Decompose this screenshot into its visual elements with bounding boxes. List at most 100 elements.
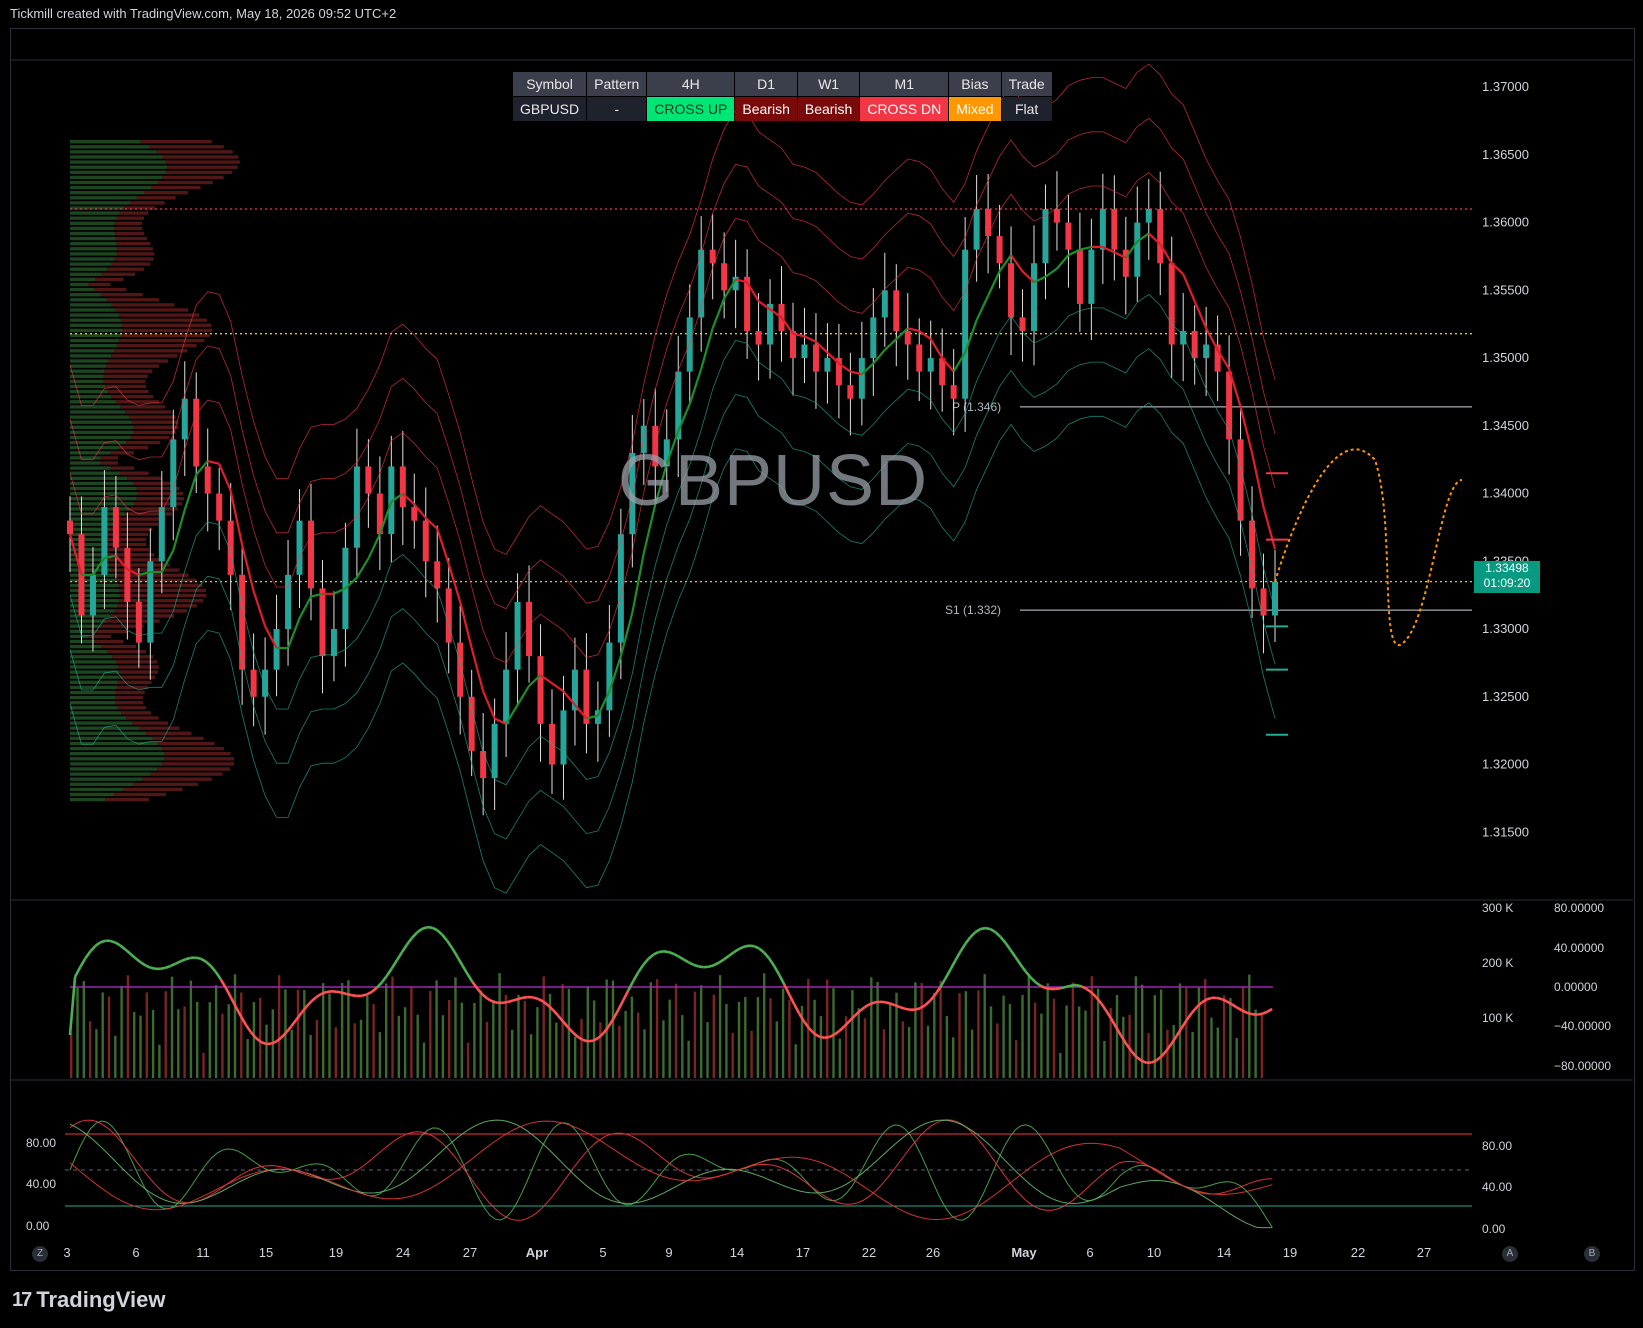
timezone-button[interactable]: Z (32, 1246, 48, 1262)
volume-bar (983, 974, 986, 1078)
volume-profile-sell-bar (139, 726, 180, 730)
time-axis-tick: 6 (1086, 1245, 1093, 1260)
volume-bar (1052, 998, 1056, 1078)
volume-profile-sell-bar (116, 252, 155, 256)
volume-profile-sell-bar (95, 277, 124, 282)
volume-bar (466, 1042, 470, 1078)
volume-profile-sell-bar (119, 471, 149, 475)
volume-bar (139, 1015, 142, 1078)
oscillator-line-segment (1100, 1002, 1108, 1012)
volume-bar (1204, 979, 1207, 1078)
volume-profile-sell-bar (162, 175, 224, 180)
oscillator-line-segment (421, 925, 428, 931)
volume-bar (492, 1000, 495, 1078)
oscillator-line-segment (89, 945, 97, 953)
price-axis-tick: 1.36500 (1482, 147, 1529, 162)
volume-profile-buy-bar (70, 400, 116, 404)
oscillator-line-segment (260, 1040, 267, 1046)
volume-bar (838, 1038, 841, 1078)
volume-bar (1235, 1038, 1238, 1078)
volume-bar (977, 990, 980, 1078)
oscillator-line-segment (395, 951, 404, 961)
oscillator-line-segment (622, 989, 630, 1001)
oscillator-line-segment (315, 992, 323, 999)
lower-band-1 (69, 293, 1276, 786)
volume-profile-sell-bar (161, 762, 235, 766)
volume-bar (731, 1032, 734, 1078)
volume-profile-sell-bar (115, 690, 145, 695)
volume-bar (655, 979, 659, 1078)
candle-up (503, 669, 510, 724)
volume-bar (107, 996, 111, 1078)
volume-profile-buy-bar (70, 349, 115, 353)
oscillator-line-segment (677, 955, 685, 961)
oscillator-line-segment (944, 969, 952, 980)
oscillator-line-segment (904, 1007, 911, 1012)
volume-profile-buy-bar (70, 522, 115, 526)
candle-up (824, 358, 831, 372)
oscillator-line-segment (1019, 963, 1027, 973)
volume-profile-buy-bar (70, 777, 143, 781)
volume-profile-buy-bar (70, 282, 89, 287)
candle-up (330, 629, 337, 657)
volume-bar (429, 990, 432, 1078)
volume-profile-sell-bar (114, 226, 143, 231)
volume-bar (95, 1029, 98, 1078)
trend-line-segment (470, 647, 485, 692)
signal-table-value-row: GBPUSD - CROSS UP Bearish Bearish CROSS DN Mix… (513, 97, 1052, 121)
volume-profile-sell-bar (126, 716, 159, 720)
volume-bar (454, 977, 457, 1078)
time-axis-tick: 27 (463, 1245, 477, 1260)
volume-bar (920, 983, 923, 1078)
volume-bar (914, 982, 917, 1078)
oscillator-line-segment (688, 961, 695, 967)
volume-bar (403, 1007, 407, 1078)
chart-canvas[interactable]: P (1.346) S1 (1.332) 1.37000 1.36500 1.36000… (0, 0, 1643, 1328)
oscillator-line-segment (1070, 983, 1077, 988)
volume-profile-buy-bar (70, 252, 117, 256)
oscillator-line-segment (537, 997, 544, 1003)
oscillator-line-segment (68, 976, 77, 1036)
footer-brand[interactable]: 17 TradingView (12, 1287, 165, 1313)
oscillator-line-segment (733, 947, 740, 954)
volume-profile-sell-bar (111, 568, 180, 572)
volume-profile-buy-bar (70, 507, 130, 511)
candle-up (101, 507, 108, 575)
candle-down (996, 236, 1003, 264)
volume-profile-sell-bar (136, 497, 185, 501)
oscillator-line-segment (466, 973, 474, 983)
oscillator-line-segment (139, 961, 147, 967)
oscillator-line-segment (743, 944, 750, 948)
volume-profile-buy-bar (70, 701, 116, 705)
volume-profile-buy-bar (70, 425, 134, 429)
time-axis-tick: 17 (796, 1245, 810, 1260)
volume-profile-sell-bar (108, 359, 168, 363)
volume-bar (970, 1029, 974, 1078)
volume-bar (599, 1022, 602, 1078)
oscillator-line-segment (1135, 1055, 1143, 1062)
oscillator-line-segment (512, 997, 519, 1002)
volume-bar (296, 989, 300, 1078)
volume-bar (737, 1001, 741, 1078)
oscillator-line-segment (1256, 1012, 1263, 1016)
volume-bar (1210, 1017, 1213, 1078)
price-axis-tick: 1.35500 (1482, 282, 1529, 297)
oscillator-line-segment (954, 951, 962, 962)
volume-profile-sell-bar (127, 476, 162, 480)
volume-profile-buy-bar (70, 782, 134, 786)
candle-down (721, 263, 728, 291)
volume-bar (479, 990, 482, 1078)
volume-profile-sell-bar (149, 145, 224, 149)
volume-profile-sell-bar (121, 711, 151, 715)
volume-bar (1015, 1040, 1018, 1078)
volume-bar (233, 974, 237, 1078)
volume-profile-sell-bar (114, 792, 166, 797)
volume-profile-sell-bar (119, 446, 149, 450)
volume-bar (208, 1002, 211, 1078)
time-axis-tick: 26 (926, 1245, 940, 1260)
volume-bar (725, 1004, 728, 1078)
scale-options-button[interactable]: B (1584, 1246, 1600, 1262)
time-axis-tick: 6 (132, 1245, 139, 1260)
auto-scale-button[interactable]: A (1502, 1246, 1518, 1262)
signal-cell-1: - (587, 97, 647, 121)
